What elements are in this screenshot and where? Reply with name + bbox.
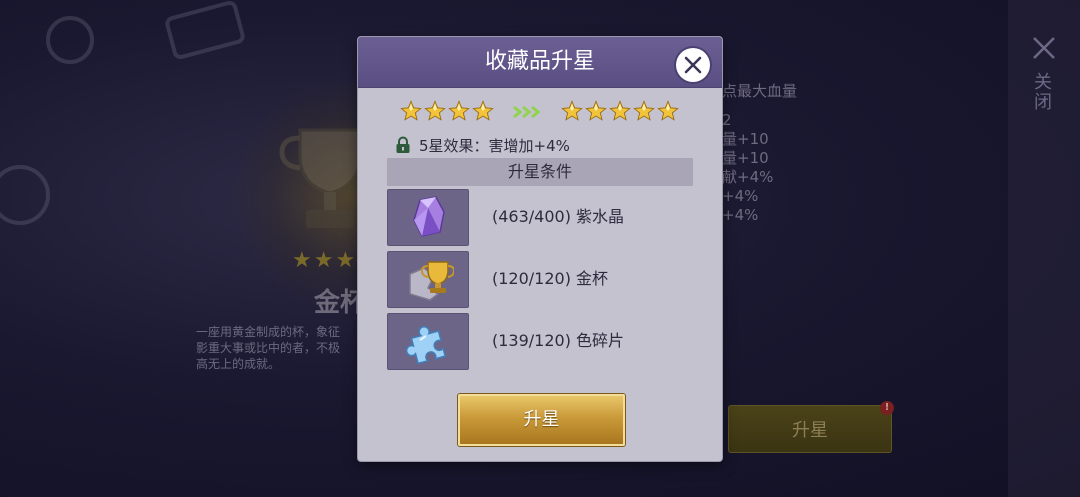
- close-icon: [684, 56, 702, 74]
- close-label[interactable]: 关闭: [1031, 72, 1054, 112]
- requirement-text: (139/120) 色碎片: [492, 331, 625, 350]
- stat-line: +4%: [722, 206, 759, 224]
- star-icon: [585, 100, 607, 121]
- amethyst-crystal-icon: [413, 196, 445, 237]
- decoration-icon: [165, 0, 245, 60]
- golden-cup-icon: [409, 261, 454, 301]
- star-icon: [561, 100, 583, 121]
- star-icon: [609, 100, 631, 121]
- description-line: 高无上的成就。: [196, 357, 281, 371]
- requirement-row: (120/120) 金杯: [387, 251, 693, 308]
- notification-badge: !: [880, 401, 894, 415]
- effect-text: 5星效果：害增加+4%: [419, 136, 570, 155]
- requirement-row: (139/120) 色碎片: [387, 313, 693, 370]
- description-line: 影重大事或比中的者，不极: [196, 341, 341, 355]
- stat-line: 量+10: [722, 130, 769, 148]
- item-description: 一座用黄金制成的杯，象征 影重大事或比中的者，不极 高无上的成就。: [196, 324, 366, 372]
- stat-line: 量+10: [722, 149, 769, 167]
- dialog-title: 收藏品升星: [484, 49, 595, 74]
- conditions-header: 升星条件: [387, 158, 693, 186]
- decoration-icon: [0, 165, 50, 225]
- star-icon: [472, 100, 494, 121]
- star-icon: [424, 100, 446, 121]
- puzzle-piece-icon: [406, 326, 447, 364]
- requirement-icon-frame[interactable]: [387, 189, 469, 246]
- chevron-right-icon: [513, 105, 541, 119]
- requirement-text: (120/120) 金杯: [492, 269, 609, 288]
- stat-line: 点最大血量: [722, 82, 798, 100]
- item-stats: 点最大血量 2 量+10 量+10 献+4% +4% +4%: [722, 82, 797, 225]
- stat-line: 2: [722, 111, 732, 129]
- star-effect: 5星效果：害增加+4%: [395, 135, 570, 155]
- background-upgrade-button: 升星: [728, 405, 892, 453]
- close-icon[interactable]: [1030, 34, 1058, 62]
- upgrade-star-dialog: 收藏品升星 5星效果：害增加+4% 升星条件 (463/400) 紫水晶 (12…: [358, 37, 722, 461]
- requirement-icon-frame[interactable]: [387, 251, 469, 308]
- requirement-row: (463/400) 紫水晶: [387, 189, 693, 246]
- star-icon: [657, 100, 679, 121]
- star-icon: [633, 100, 655, 121]
- stat-line: +4%: [722, 187, 759, 205]
- requirement-text: (463/400) 紫水晶: [492, 207, 625, 226]
- decoration-icon: [46, 16, 94, 64]
- upgrade-star-button[interactable]: 升星: [458, 394, 625, 446]
- dialog-header: 收藏品升星: [358, 37, 722, 88]
- current-stars: [400, 100, 494, 122]
- lock-icon: [396, 136, 410, 153]
- close-button[interactable]: [676, 48, 710, 82]
- next-stars: [561, 100, 679, 122]
- stat-line: 献+4%: [722, 168, 774, 186]
- requirement-icon-frame[interactable]: [387, 313, 469, 370]
- description-line: 一座用黄金制成的杯，象征: [196, 325, 341, 339]
- item-stars: ★★★: [292, 248, 358, 273]
- star-icon: [448, 100, 470, 121]
- star-icon: [400, 100, 422, 121]
